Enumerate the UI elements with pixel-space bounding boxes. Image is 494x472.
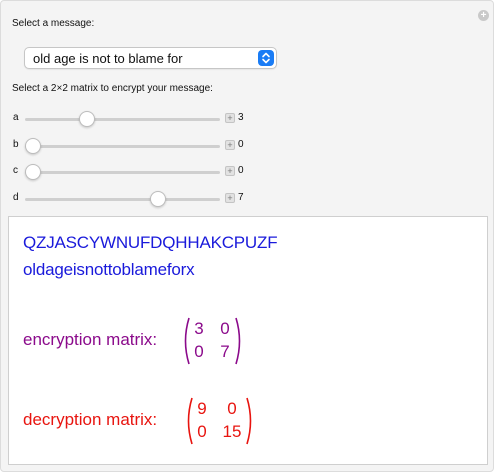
encryption-matrix: 3 0 0 7 [181, 317, 245, 365]
slider-d-label: d [13, 192, 19, 203]
matrix-cell: 7 [220, 342, 230, 361]
slider-a-value: 3 [238, 112, 244, 123]
message-select[interactable]: old age is not to blame for [24, 47, 277, 69]
selected-message: old age is not to blame for [33, 51, 183, 66]
matrix-cell: 0 [194, 342, 204, 361]
slider-d-thumb[interactable] [150, 191, 167, 207]
plaintext: oldageisnottoblameforx [23, 260, 195, 279]
slider-b-thumb[interactable] [25, 138, 41, 154]
plus-square-icon[interactable]: + [225, 140, 235, 150]
matrix-cell: 9 [197, 399, 207, 418]
slider-d-track[interactable] [25, 191, 220, 207]
plus-square-icon[interactable]: + [225, 193, 235, 203]
matrix-cell: 0 [197, 422, 207, 441]
slider-a-label: a [13, 112, 19, 123]
plus-circle-icon[interactable]: + [478, 10, 489, 21]
slider-a: a + 3 [1, 109, 494, 129]
select-message-label: Select a message: [12, 18, 95, 29]
chevron-updown-icon [258, 50, 274, 66]
matrix-cell: 15 [222, 422, 242, 441]
plus-square-icon[interactable]: + [225, 113, 235, 123]
right-paren [246, 397, 252, 445]
decryption-matrix-label: decryption matrix: [23, 410, 158, 429]
matrix-cell: 0 [227, 399, 237, 418]
slider-b: b + 0 [1, 136, 494, 156]
slider-c-track[interactable] [25, 164, 220, 180]
slider-b-label: b [13, 139, 19, 150]
slider-c-label: c [13, 165, 18, 176]
decryption-matrix: 9 0 0 15 [184, 397, 256, 445]
slider-a-thumb[interactable] [78, 111, 95, 127]
slider-d-value: 7 [238, 192, 244, 203]
ciphertext: QZJASCYWNUFDQHHAKCPUZF [23, 233, 278, 252]
encryption-matrix-row: encryption matrix: 3 0 0 7 [23, 315, 263, 371]
encryption-matrix-label: encryption matrix: [23, 330, 158, 349]
matrix-cell: 0 [220, 319, 230, 338]
matrix-cell: 3 [194, 319, 204, 338]
decryption-matrix-row: decryption matrix: 9 0 0 15 [23, 395, 273, 451]
right-paren [235, 317, 241, 365]
slider-a-track[interactable] [25, 111, 220, 127]
slider-b-track[interactable] [25, 138, 220, 154]
slider-b-value: 0 [238, 139, 244, 150]
manipulate-panel: + Select a message: old age is not to bl… [0, 0, 494, 472]
slider-c: c + 0 [1, 162, 494, 182]
slider-c-value: 0 [238, 165, 244, 176]
plus-square-icon[interactable]: + [225, 166, 235, 176]
matrix-prompt-label: Select a 2×2 matrix to encrypt your mess… [12, 83, 213, 94]
slider-c-thumb[interactable] [25, 164, 41, 180]
slider-d: d + 7 [1, 189, 494, 209]
output-pane: QZJASCYWNUFDQHHAKCPUZF oldageisnottoblam… [8, 216, 488, 465]
